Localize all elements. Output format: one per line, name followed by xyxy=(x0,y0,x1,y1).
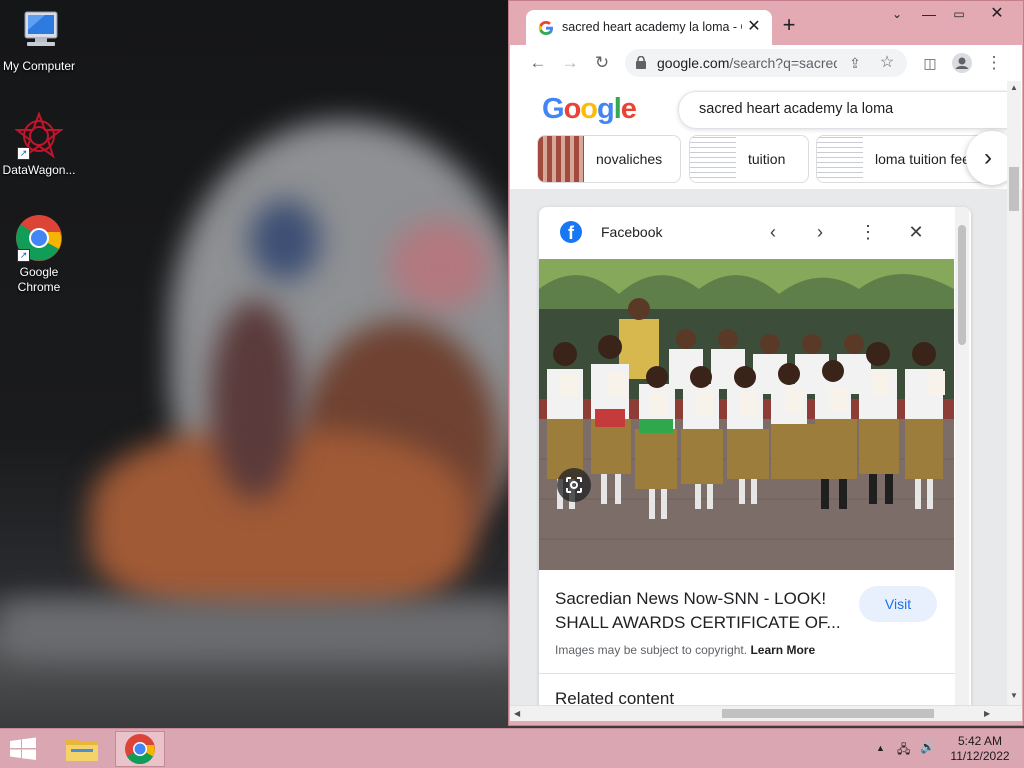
datawagon-icon: ↗ xyxy=(14,111,64,160)
maximize-icon[interactable]: ▭ xyxy=(945,4,973,24)
google-favicon-icon xyxy=(538,20,554,36)
chip-thumbnail xyxy=(690,136,736,182)
previous-chevron-icon[interactable]: ‹ xyxy=(760,219,786,245)
tray-show-hidden-icon[interactable]: ▲ xyxy=(876,743,885,753)
new-tab-button[interactable]: + xyxy=(777,14,801,38)
search-query: sacred heart academy la loma xyxy=(699,101,894,117)
visit-button[interactable]: Visit xyxy=(859,586,937,622)
scroll-up-arrow-icon[interactable]: ▲ xyxy=(1010,83,1018,92)
forward-arrow-icon[interactable]: → xyxy=(558,51,582,75)
side-panel-icon[interactable]: ◫ xyxy=(918,51,942,75)
chrome-window: sacred heart academy la loma - Google Se… xyxy=(508,0,1024,726)
lock-icon xyxy=(636,55,646,69)
clock-time: 5:42 AM xyxy=(957,734,1003,748)
taskbar-chrome-icon[interactable] xyxy=(115,731,165,767)
my-computer-icon xyxy=(15,8,63,56)
facebook-icon: f xyxy=(560,221,582,243)
desktop-icon-label: DataWagon... xyxy=(2,163,76,177)
divider xyxy=(539,673,955,674)
copyright-text: Images may be subject to copyright. xyxy=(555,643,748,657)
logo-letter: o xyxy=(580,93,598,125)
image-title-link[interactable]: Sacredian News Now-SNN - LOOK! SHALL AWA… xyxy=(555,587,855,635)
shortcut-arrow-icon: ↗ xyxy=(17,249,30,262)
desktop-icon-datawagon[interactable]: ↗ DataWagon... xyxy=(1,111,77,178)
desktop-icon-google-chrome[interactable]: ↗ Google Chrome xyxy=(1,214,77,295)
menu-kebab-icon[interactable]: ⋮ xyxy=(982,51,1006,75)
shortcut-arrow-icon: ↗ xyxy=(17,147,30,160)
volume-icon[interactable]: 🔊 xyxy=(920,740,935,754)
taskbar-file-explorer-icon[interactable] xyxy=(57,731,107,767)
chrome-icon: ↗ xyxy=(15,214,63,262)
refine-chip-loma-tuition-fee[interactable]: loma tuition fee xyxy=(816,135,988,183)
scroll-right-arrow-icon[interactable]: ▶ xyxy=(984,709,990,718)
google-logo[interactable]: Google xyxy=(542,93,637,126)
browser-tab[interactable]: sacred heart academy la loma - Google Se… xyxy=(526,10,772,45)
profile-avatar-icon[interactable] xyxy=(950,51,974,75)
browser-toolbar: ← → ↻ google.com/search?q=sacred+heart+a… xyxy=(510,45,1022,81)
desktop-icon-my-computer[interactable]: My Computer xyxy=(1,8,77,74)
taskbar-clock[interactable]: 5:42 AM 11/12/2022 xyxy=(944,734,1016,764)
share-icon[interactable]: ⇪ xyxy=(843,51,867,75)
logo-letter: l xyxy=(613,93,622,125)
logo-letter: e xyxy=(620,93,637,125)
tab-title: sacred heart academy la loma - Google Se… xyxy=(562,20,742,34)
url-text: google.com/search?q=sacred+heart+academy… xyxy=(657,55,837,71)
close-panel-icon[interactable]: ✕ xyxy=(903,219,929,245)
preview-image[interactable] xyxy=(539,259,954,570)
panel-source[interactable]: Facebook xyxy=(601,224,662,240)
chip-thumbnail xyxy=(538,136,584,182)
chip-label: tuition xyxy=(748,151,786,167)
google-lens-icon[interactable] xyxy=(557,468,591,502)
more-options-kebab-icon[interactable]: ⋮ xyxy=(855,219,881,245)
panel-scrollbar-thumb[interactable] xyxy=(958,225,966,345)
bookmark-star-icon[interactable]: ☆ xyxy=(875,51,899,75)
page-horizontal-scrollbar-thumb[interactable] xyxy=(722,709,934,718)
chip-thumbnail xyxy=(817,136,863,182)
refine-chip-tuition[interactable]: tuition xyxy=(689,135,809,183)
copyright-note: Images may be subject to copyright. Lear… xyxy=(555,643,815,657)
minimize-icon[interactable]: — xyxy=(915,4,943,24)
logo-letter: g xyxy=(597,93,615,125)
clock-date: 11/12/2022 xyxy=(950,749,1010,763)
url-host: google.com xyxy=(657,55,730,71)
url-path: /search?q=sacred+heart+academy+la+loma xyxy=(729,55,837,71)
network-icon[interactable]: 🖧 xyxy=(897,740,910,761)
chip-label: loma tuition fee xyxy=(875,151,970,167)
page-vertical-scrollbar-thumb[interactable] xyxy=(1009,167,1019,211)
search-input[interactable]: sacred heart academy la loma xyxy=(678,91,1019,129)
panel-scrollbar[interactable] xyxy=(955,207,969,705)
chip-label: novaliches xyxy=(596,151,663,167)
next-chevron-icon[interactable]: › xyxy=(807,219,833,245)
logo-letter: o xyxy=(563,93,582,125)
refine-chip-novaliches[interactable]: novaliches xyxy=(537,135,681,183)
tab-search-chevron-down-icon[interactable]: ⌄ xyxy=(883,4,911,24)
taskbar: ▲ 🖧 🔊 5:42 AM 11/12/2022 xyxy=(0,728,1024,768)
back-arrow-icon[interactable]: ← xyxy=(526,51,550,75)
reload-icon[interactable]: ↻ xyxy=(590,51,614,75)
image-preview-panel: f Facebook ‹ › ⋮ ✕ Sacredian News Now-SN… xyxy=(539,207,971,705)
scroll-down-arrow-icon[interactable]: ▼ xyxy=(1010,691,1018,700)
desktop-icon-label: Google Chrome xyxy=(17,265,61,294)
page-viewport: Google sacred heart academy la loma nova… xyxy=(510,81,1022,705)
windows-start-icon[interactable] xyxy=(8,737,38,761)
address-bar[interactable]: google.com/search?q=sacred+heart+academy… xyxy=(625,49,907,77)
desktop-icon-label: My Computer xyxy=(2,59,76,73)
logo-letter: G xyxy=(542,93,565,125)
learn-more-link[interactable]: Learn More xyxy=(750,643,815,657)
page-vertical-scrollbar[interactable]: ▲ ▼ xyxy=(1007,81,1021,705)
related-content-heading: Related content xyxy=(555,689,675,705)
window-close-icon[interactable]: ✕ xyxy=(983,4,1011,24)
scroll-left-arrow-icon[interactable]: ◀ xyxy=(514,709,520,718)
tab-close-icon[interactable]: ✕ xyxy=(744,17,764,37)
page-horizontal-scrollbar[interactable]: ◀ ▶ xyxy=(510,705,1022,721)
